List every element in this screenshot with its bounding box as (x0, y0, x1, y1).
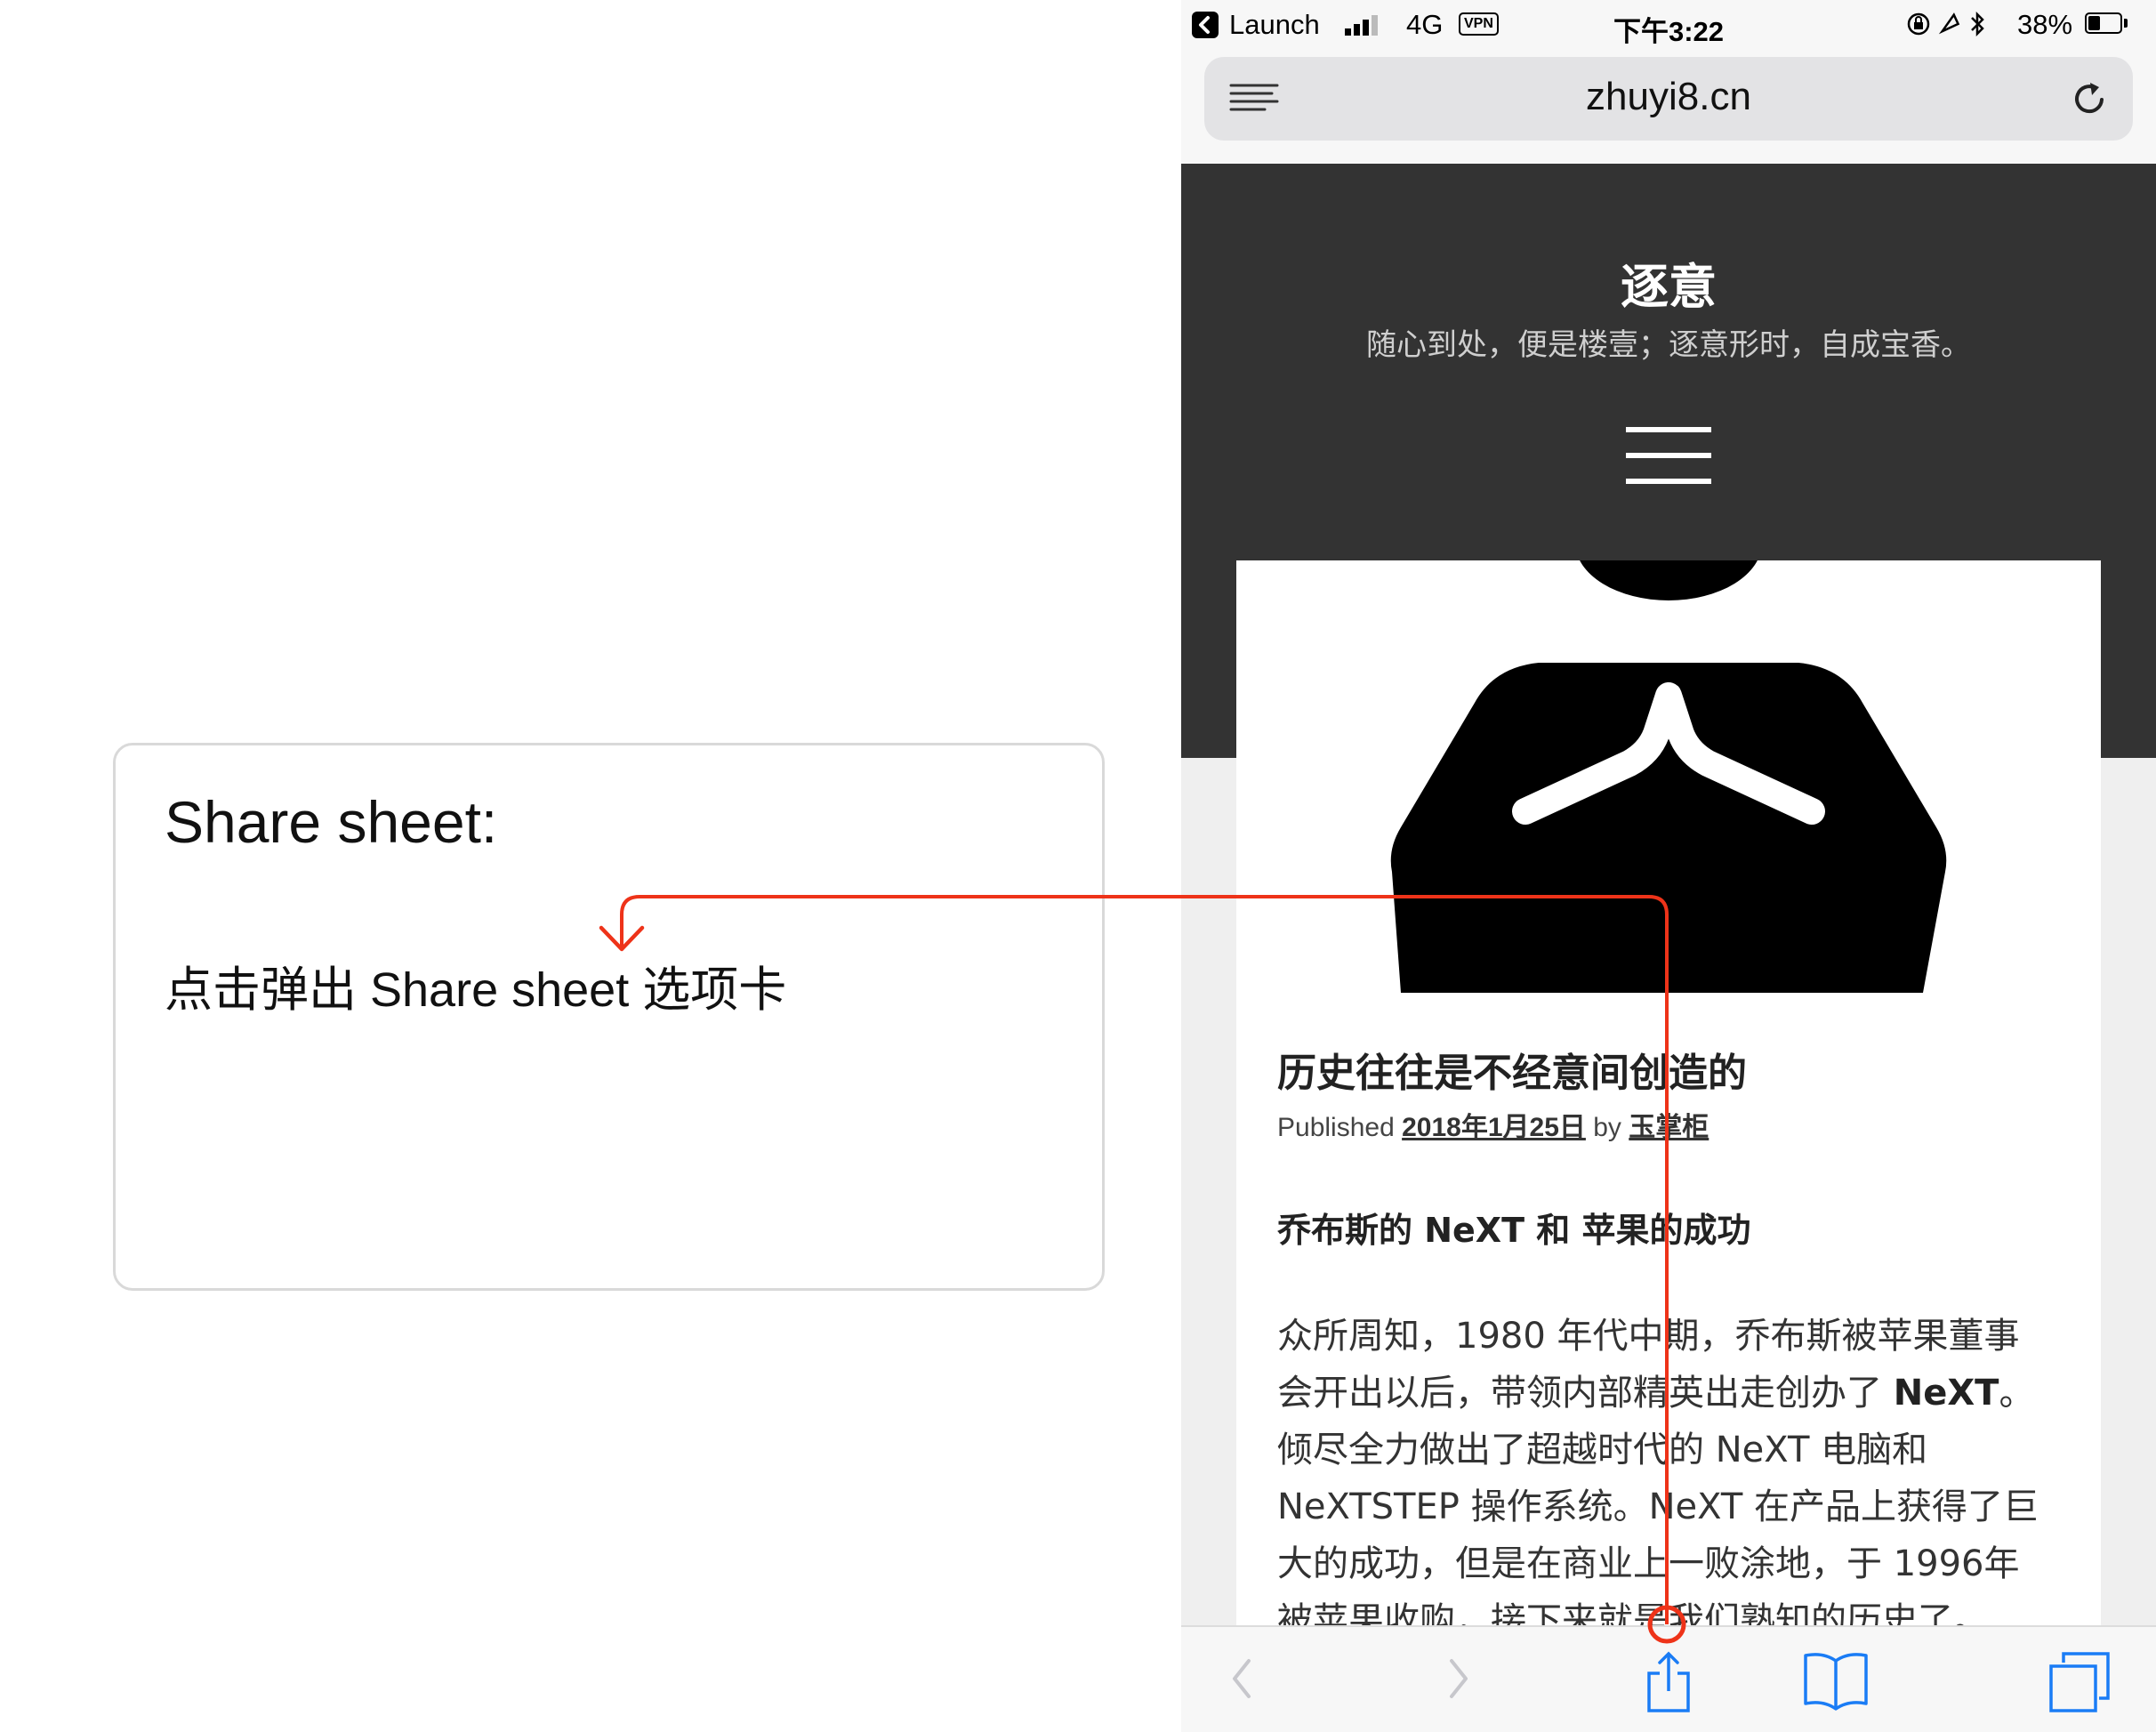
post-title[interactable]: 历史往往是不经意间创造的 (1277, 1041, 1747, 1098)
battery-icon (2085, 12, 2122, 34)
site-tagline: 随心到处，便是楼壹；逐意形时，自成宝香。 (1366, 327, 1971, 363)
body-line: 倾尽全力做出了超越时代的 NeXT 电脑和 (1277, 1430, 1928, 1470)
post-body: 众所周知，1980 年代中期，乔布斯被苹果董事 会开出以后，带领内部精英出走创办… (1277, 1308, 2078, 1649)
status-time: 下午3:22 (1613, 16, 1725, 47)
namaste-hero-image (1236, 560, 2101, 993)
battery-level-fill (2088, 16, 2100, 30)
annotation-body: 点击弹出 Share sheet 选项卡 (165, 963, 787, 1017)
author-link[interactable]: 玉掌柜 (1629, 1113, 1709, 1142)
hamburger-menu-icon[interactable] (1626, 427, 1711, 484)
body-line: 会开出以后，带领内部精英出走创办了 NeXT。 (1277, 1373, 2035, 1414)
status-bar: Launch 4G VPN 下午3:22 38% (1181, 0, 2156, 50)
book-icon[interactable] (1802, 1650, 1870, 1711)
post-card: 历史往往是不经意间创造的 Published 2018年1月25日 by 玉掌柜… (1236, 560, 2101, 1732)
chevron-right-icon[interactable] (1441, 1650, 1476, 1707)
location-arrow-icon (1938, 12, 1960, 35)
battery-nub (2124, 19, 2128, 28)
annotation-card: Share sheet: 点击弹出 Share sheet 选项卡 (113, 743, 1105, 1291)
orientation-lock-icon (1907, 12, 1930, 36)
address-bar[interactable]: zhuyi8.cn (1204, 57, 2133, 141)
reload-icon[interactable] (2069, 78, 2110, 119)
tabs-icon[interactable] (2047, 1650, 2112, 1714)
chevron-left-icon[interactable] (1224, 1650, 1259, 1707)
url-text[interactable]: zhuyi8.cn (1204, 75, 2133, 119)
phone-screen: Launch 4G VPN 下午3:22 38% zhuyi8.cn 逐意 随心… (1181, 0, 2156, 1732)
annotation-title: Share sheet: (165, 789, 498, 855)
body-line: 众所周知，1980 年代中期，乔布斯被苹果董事 (1277, 1316, 2020, 1357)
meta-by: by (1593, 1113, 1621, 1142)
post-meta: Published 2018年1月25日 by 玉掌柜 (1277, 1105, 1709, 1144)
body-line: 大的成功，但是在商业上一败涂地，于 1996年 (1277, 1543, 2020, 1584)
status-icons (1907, 11, 1984, 37)
site-title[interactable]: 逐意 (1181, 247, 2156, 318)
bluetooth-icon (1971, 11, 1984, 37)
share-icon[interactable] (1644, 1650, 1693, 1714)
battery-percent: 38% (2017, 9, 2073, 40)
meta-prefix: Published (1277, 1113, 1395, 1142)
body-line: NeXTSTEP 操作系统。NeXT 在产品上获得了巨 (1277, 1486, 2039, 1527)
post-subheading: 乔布斯的 NeXT 和 苹果的成功 (1277, 1211, 1751, 1250)
bottom-toolbar (1181, 1625, 2156, 1732)
address-bar-area: zhuyi8.cn (1181, 50, 2156, 164)
post-date-link[interactable]: 2018年1月25日 (1402, 1113, 1586, 1142)
